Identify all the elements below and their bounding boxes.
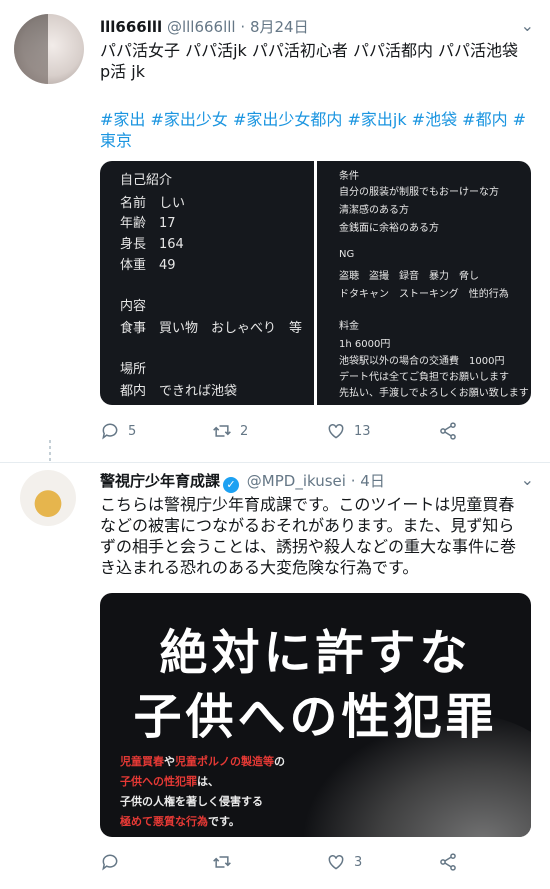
like-button[interactable]: 3 — [326, 852, 362, 872]
retweet-icon — [213, 856, 231, 868]
handle[interactable]: @lll666lll — [167, 18, 236, 36]
reply-icon — [102, 854, 118, 871]
image-text: 盗聴 盗撮 録音 暴力 脅し — [339, 271, 479, 282]
poster-text: 子供への性犯罪は、 — [120, 775, 219, 788]
image-text: 料金 — [339, 321, 359, 332]
timestamp[interactable]: 8月24日 — [250, 18, 309, 36]
image-text: 名前 しい — [120, 196, 186, 211]
image-text: 清潔感のある方 — [339, 205, 409, 216]
tweet-text: パパ活女子 パパ活jk パパ活初心者 パパ活都内 パパ活池袋 p活 jk — [100, 41, 519, 81]
chevron-down-icon[interactable]: ⌄ — [521, 16, 534, 35]
image-text: 先払い、手渡しでよろしくお願い致します — [339, 388, 529, 399]
image-text: 1h 6000円 — [339, 339, 391, 350]
image-text: ドタキャン ストーキング 性的行為 — [339, 289, 509, 300]
avatar[interactable] — [20, 470, 76, 526]
image-text: 条件 — [339, 171, 359, 182]
share-icon — [440, 422, 456, 440]
share-button[interactable] — [438, 421, 458, 441]
image-text: 場所 — [120, 362, 147, 377]
chevron-down-icon[interactable]: ⌄ — [521, 470, 534, 489]
tweet-actions: 5 2 13 — [100, 421, 520, 445]
image-text: NG — [339, 249, 355, 260]
retweet-button[interactable] — [212, 852, 240, 872]
image-text: 自己紹介 — [120, 173, 173, 188]
reply-icon — [102, 423, 118, 440]
display-name[interactable]: lll666lll — [100, 18, 162, 36]
tweet-actions: 3 — [100, 852, 520, 876]
handle[interactable]: @MPD_ikusei — [247, 472, 346, 490]
like-icon — [328, 854, 344, 870]
poster-text: 極めて悪質な行為です。 — [120, 815, 240, 828]
like-count: 3 — [354, 854, 363, 870]
image-text: 身長 164 — [120, 237, 184, 252]
retweet-button[interactable]: 2 — [212, 421, 248, 441]
image-conditions[interactable]: 条件 自分の服装が制服でもおーけーな方 清潔感のある方 金銭面に余裕のある方 N… — [317, 161, 531, 405]
like-count: 13 — [354, 423, 371, 439]
reply-count: 5 — [128, 423, 137, 439]
like-icon — [328, 423, 344, 439]
tweet-text: こちらは警視庁少年育成課です。このツイートは児童買春などの被害につながるおそれが… — [100, 495, 517, 577]
timestamp[interactable]: 4日 — [360, 472, 385, 490]
image-text: 自分の服装が制服でもおーけーな方 — [339, 187, 499, 198]
image-text: 年齢 17 — [120, 216, 176, 231]
thread-connector — [49, 440, 51, 462]
poster-text: 児童買春や児童ポルノの製造等の — [120, 755, 285, 768]
image-text: 食事 買い物 おしゃべり 等 — [120, 321, 303, 336]
tweet-header: 警視庁少年育成課 ✓ @MPD_ikusei · 4日 — [100, 472, 385, 493]
display-name[interactable]: 警視庁少年育成課 — [100, 472, 220, 490]
retweet-count: 2 — [240, 423, 249, 439]
poster-headline-1: 絶対に許すな — [159, 625, 472, 681]
image-text: 金銭面に余裕のある方 — [339, 223, 439, 234]
hashtags[interactable]: #家出 #家出少女 #家出少女都内 #家出jk #池袋 #都内 #東京 — [100, 109, 530, 151]
image-text: 都内 できれば池袋 — [120, 384, 238, 399]
tweet-image-poster[interactable]: 絶対に許すな 子供への性犯罪 児童買春や児童ポルノの製造等の 子供への性犯罪は、… — [100, 593, 531, 837]
reply-button[interactable] — [100, 852, 128, 872]
image-text: 内容 — [120, 299, 147, 314]
verified-icon: ✓ — [223, 477, 240, 493]
image-text: デート代は全てご負担でお願いします — [339, 372, 509, 383]
image-text: 体重 49 — [120, 258, 176, 273]
retweet-icon — [213, 425, 231, 437]
avatar[interactable] — [14, 14, 84, 84]
image-profile[interactable]: 自己紹介 名前 しい 年齢 17 身長 164 体重 49 内容 食事 買い物 … — [100, 161, 314, 405]
reply-button[interactable]: 5 — [100, 421, 136, 441]
like-button[interactable]: 13 — [326, 421, 371, 441]
tweet-header: lll666lll @lll666lll · 8月24日 — [100, 18, 309, 36]
poster-headline-2: 子供への性犯罪 — [133, 689, 498, 745]
poster-text: 子供の人権を著しく侵害する — [120, 795, 263, 808]
share-icon — [440, 853, 456, 871]
image-text: 池袋駅以外の場合の交通費 1000円 — [339, 356, 505, 367]
tweet-divider — [0, 462, 550, 463]
tweet-images[interactable]: 自己紹介 名前 しい 年齢 17 身長 164 体重 49 内容 食事 買い物 … — [100, 161, 531, 405]
share-button[interactable] — [438, 852, 458, 872]
